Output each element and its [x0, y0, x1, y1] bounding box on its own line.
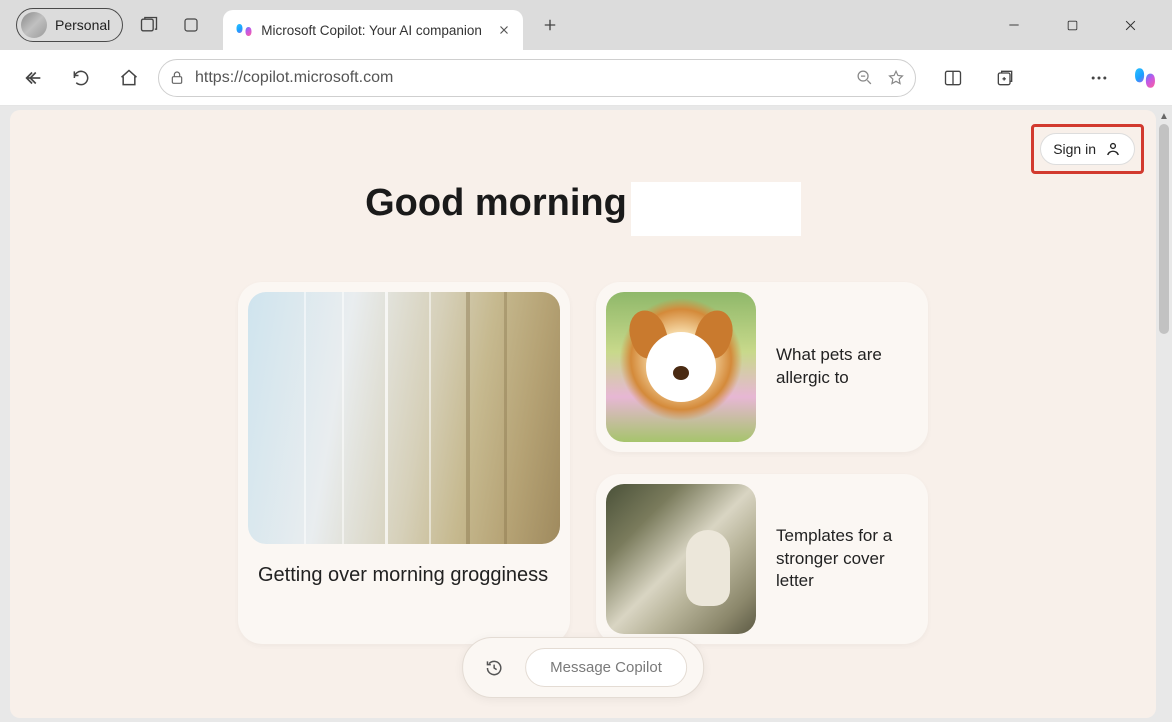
composer-bar: Message Copilot — [462, 637, 704, 698]
card-title: What pets are allergic to — [776, 344, 918, 390]
profile-label: Personal — [55, 17, 110, 33]
tab-close-button[interactable] — [497, 23, 511, 37]
card-title: Templates for a stronger cover letter — [776, 525, 918, 594]
greeting-text: Good morning — [365, 182, 627, 236]
scrollbar-thumb[interactable] — [1159, 124, 1169, 334]
profile-avatar — [21, 12, 47, 38]
minimize-button[interactable] — [1000, 11, 1028, 39]
home-button[interactable] — [110, 59, 148, 97]
copilot-favicon-icon — [235, 21, 253, 39]
card-title: Getting over morning grogginess — [248, 562, 560, 589]
split-screen-icon[interactable] — [934, 59, 972, 97]
message-input[interactable]: Message Copilot — [525, 648, 687, 687]
site-lock-icon[interactable] — [169, 70, 185, 86]
close-window-button[interactable] — [1116, 11, 1144, 39]
browser-tab[interactable]: Microsoft Copilot: Your AI companion — [223, 10, 523, 50]
suggestion-card-pets[interactable]: What pets are allergic to — [596, 282, 928, 452]
history-button[interactable] — [479, 653, 509, 683]
browser-titlebar: Personal Microsoft Copilot: Your AI comp… — [0, 0, 1172, 50]
tab-actions-icon[interactable] — [175, 9, 207, 41]
address-bar[interactable]: https://copilot.microsoft.com — [158, 59, 916, 97]
history-icon — [484, 658, 504, 678]
highlight-signin: Sign in — [1031, 124, 1144, 174]
new-tab-button[interactable] — [533, 8, 567, 42]
refresh-button[interactable] — [62, 59, 100, 97]
card-image-vase — [606, 484, 756, 634]
vertical-scrollbar[interactable]: ▲ — [1158, 110, 1170, 718]
collections-icon[interactable] — [986, 59, 1024, 97]
copilot-sidebar-icon[interactable] — [1132, 65, 1158, 91]
scroll-up-arrow[interactable]: ▲ — [1158, 110, 1170, 122]
zoom-icon[interactable] — [856, 69, 873, 87]
greeting-name-redaction — [631, 182, 801, 236]
card-image-curtains — [248, 292, 560, 544]
sign-in-label: Sign in — [1053, 141, 1096, 157]
tab-title: Microsoft Copilot: Your AI companion — [261, 23, 489, 38]
maximize-button[interactable] — [1058, 11, 1086, 39]
suggestion-card-cover-letter[interactable]: Templates for a stronger cover letter — [596, 474, 928, 644]
profile-switcher[interactable]: Personal — [16, 8, 123, 42]
back-button[interactable] — [14, 59, 52, 97]
address-url: https://copilot.microsoft.com — [195, 69, 846, 87]
page-content: Sign in Good morning Getting over mornin… — [10, 110, 1156, 718]
browser-toolbar: https://copilot.microsoft.com — [0, 50, 1172, 106]
person-icon — [1104, 140, 1122, 158]
extension-placeholder[interactable] — [1038, 59, 1066, 97]
window-controls — [1000, 11, 1164, 39]
card-image-dog — [606, 292, 756, 442]
workspaces-icon[interactable] — [133, 9, 165, 41]
more-menu-icon[interactable] — [1080, 59, 1118, 97]
favorite-icon[interactable] — [887, 69, 905, 87]
sign-in-button[interactable]: Sign in — [1040, 133, 1135, 165]
suggestion-card-grogginess[interactable]: Getting over morning grogginess — [238, 282, 570, 644]
